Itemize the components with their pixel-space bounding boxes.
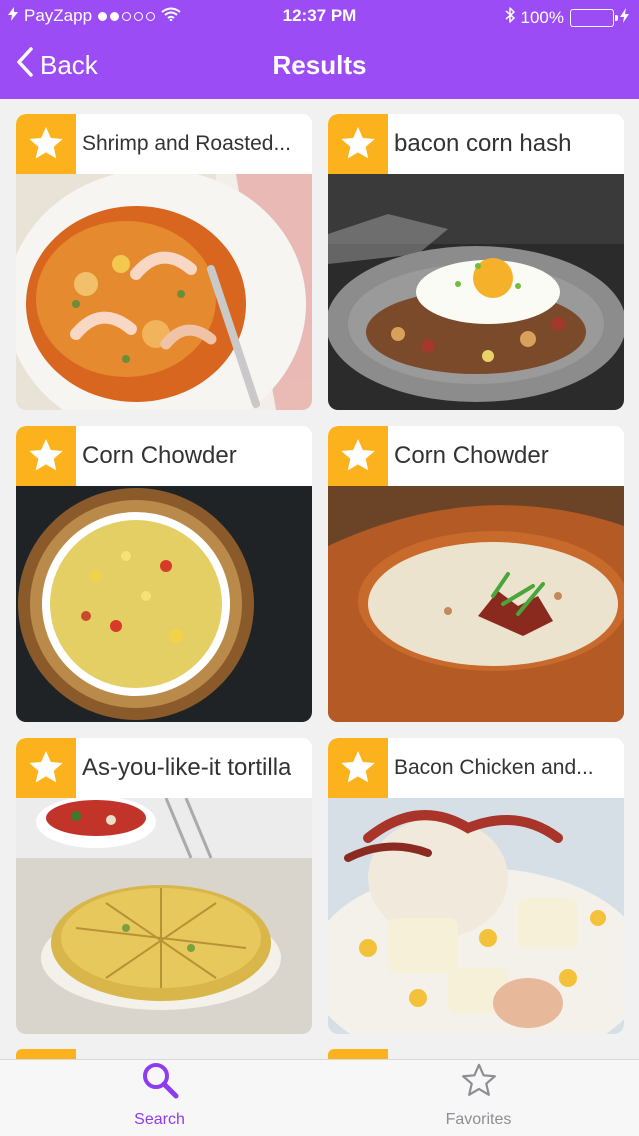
star-outline-icon <box>459 1062 499 1105</box>
star-icon <box>341 751 375 783</box>
top-bar: PayZapp 12:37 PM 100% Back Results <box>0 0 639 99</box>
recipe-card[interactable]: Shrimp and Roasted... <box>16 114 312 410</box>
tab-favorites[interactable]: Favorites <box>319 1060 638 1136</box>
recipe-title: Corn Chowder <box>82 442 237 469</box>
recipe-card-header: Corn Chowder <box>16 426 312 486</box>
battery-icon <box>570 8 618 27</box>
recipe-photo <box>16 798 312 1034</box>
recipe-card[interactable]: Bacon Chicken and... <box>328 738 624 1034</box>
favorite-star-button[interactable] <box>16 738 76 798</box>
bluetooth-icon <box>505 6 515 29</box>
recipe-card[interactable]: Corn Chowder <box>328 426 624 722</box>
nav-bar: Back Results <box>0 32 639 99</box>
status-bar: PayZapp 12:37 PM 100% <box>0 0 639 32</box>
tab-search[interactable]: Search <box>0 1060 319 1136</box>
results-grid: Shrimp and Roasted... bacon corn hash Co… <box>0 99 639 1059</box>
star-icon <box>341 127 375 159</box>
search-icon <box>140 1060 180 1105</box>
favorite-star-button[interactable] <box>16 114 76 174</box>
recipe-card-header: bacon corn hash <box>328 114 624 174</box>
recipe-photo <box>328 174 624 410</box>
recipe-photo <box>328 798 624 1034</box>
tab-bar: Search Favorites <box>0 1059 639 1136</box>
recipe-photo <box>16 486 312 722</box>
recipe-title: Shrimp and Roasted... <box>82 132 291 155</box>
recipe-photo <box>328 486 624 722</box>
favorite-star-button[interactable] <box>328 114 388 174</box>
recipe-title: Corn Chowder <box>394 442 549 469</box>
recipe-title: Bacon Chicken and... <box>394 756 594 779</box>
favorite-star-button[interactable] <box>16 426 76 486</box>
favorite-star-button[interactable] <box>328 738 388 798</box>
status-right: 100% <box>505 6 629 29</box>
recipe-card[interactable]: As-you-like-it tortilla <box>16 738 312 1034</box>
recipe-card-header: As-you-like-it tortilla <box>16 738 312 798</box>
recipe-card[interactable]: bacon corn hash <box>328 114 624 410</box>
recipe-photo <box>16 174 312 410</box>
recipe-title: bacon corn hash <box>394 130 572 157</box>
battery-percent: 100% <box>520 7 564 27</box>
favorite-star-button[interactable] <box>328 426 388 486</box>
tab-label: Favorites <box>445 1111 512 1128</box>
star-icon <box>29 439 63 471</box>
star-icon <box>29 751 63 783</box>
page-title: Results <box>272 50 367 80</box>
recipe-card[interactable]: Corn Chowder <box>16 426 312 722</box>
charging-icon <box>620 7 629 28</box>
star-icon <box>341 439 375 471</box>
recipe-card-header: Shrimp and Roasted... <box>16 114 312 174</box>
recipe-card-header: Bacon Chicken and... <box>328 738 624 798</box>
star-icon <box>29 127 63 159</box>
tab-label: Search <box>134 1111 185 1128</box>
recipe-card-header: Corn Chowder <box>328 426 624 486</box>
recipe-title: As-you-like-it tortilla <box>82 754 292 781</box>
